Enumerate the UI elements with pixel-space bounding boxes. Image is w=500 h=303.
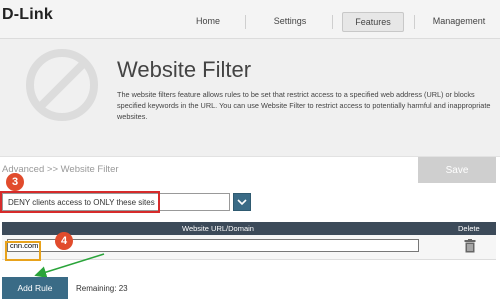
nav-home[interactable]: Home bbox=[188, 12, 228, 30]
table-row bbox=[2, 235, 496, 260]
nav-settings[interactable]: Settings bbox=[265, 12, 315, 30]
annotation-highlight-url bbox=[5, 241, 41, 261]
breadcrumb-bar: Advanced >> Website Filter Save bbox=[0, 156, 500, 184]
table-header: Website URL/Domain Delete bbox=[2, 222, 496, 235]
trash-icon[interactable] bbox=[464, 239, 476, 253]
annotation-highlight-select bbox=[0, 191, 160, 213]
url-filter-table: Website URL/Domain Delete bbox=[2, 222, 496, 260]
nav-management[interactable]: Management bbox=[426, 12, 492, 30]
save-button[interactable]: Save bbox=[418, 157, 496, 183]
nav-divider bbox=[414, 15, 415, 29]
nav-divider bbox=[245, 15, 246, 29]
column-header-url: Website URL/Domain bbox=[182, 224, 254, 233]
block-icon bbox=[26, 49, 98, 121]
step-badge-4: 4 bbox=[55, 232, 73, 250]
add-rule-button[interactable]: Add Rule bbox=[2, 277, 68, 299]
dropdown-button[interactable] bbox=[233, 193, 251, 211]
page-title: Website Filter bbox=[117, 57, 252, 82]
step-badge-3: 3 bbox=[6, 173, 24, 191]
page-header: Website Filter The website filters featu… bbox=[0, 39, 500, 156]
page-description: The website filters feature allows rules… bbox=[117, 90, 491, 121]
nav-features[interactable]: Features bbox=[342, 12, 404, 32]
dlink-logo: D-Link bbox=[2, 6, 53, 23]
nav-divider bbox=[332, 15, 333, 29]
top-navigation-bar: D-Link Home Settings Features Management bbox=[0, 0, 500, 39]
remaining-count: Remaining: 23 bbox=[76, 284, 128, 293]
chevron-down-icon bbox=[237, 198, 247, 205]
column-header-delete: Delete bbox=[458, 224, 480, 233]
